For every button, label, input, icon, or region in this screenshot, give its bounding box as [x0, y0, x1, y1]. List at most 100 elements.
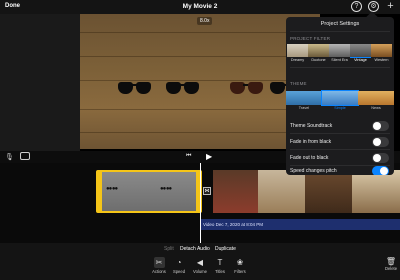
speed-changes-pitch-toggle[interactable] [372, 166, 389, 175]
tool-label: Actions [152, 269, 166, 274]
filter-section-label: PROJECT FILTER [290, 36, 331, 41]
filter-dreamy[interactable]: Dreamy [287, 44, 308, 63]
theme-simple[interactable]: Simple [321, 90, 359, 112]
left-panel [0, 14, 80, 151]
lens-right [248, 82, 263, 94]
filter-label: Western [374, 58, 389, 62]
video-viewer[interactable]: 8.0x [80, 14, 320, 149]
theme-travel[interactable]: Travel [286, 91, 322, 112]
tool-actions[interactable]: ✂ Actions [149, 257, 169, 279]
split-button[interactable]: Split [164, 246, 174, 252]
filter-swatch [308, 44, 329, 57]
audio-track-label: Video Dec 7, 2020 at 8:04 PM [203, 222, 263, 227]
wood-grain-line [80, 56, 320, 57]
sunglasses-thumb: ●● ●● [106, 186, 118, 192]
clip-trim-handle-left[interactable] [96, 170, 102, 213]
theme-news[interactable]: News [358, 91, 394, 112]
duplicate-button[interactable]: Duplicate [215, 246, 236, 252]
wood-grain-line [80, 109, 320, 110]
wood-grain-line [80, 132, 320, 133]
clip-thumbnail [258, 170, 305, 213]
theme-swatch [321, 90, 359, 106]
speed-badge: 8.0x [197, 17, 213, 25]
divider [290, 149, 390, 150]
skip-back-icon[interactable]: ⏮ [186, 153, 191, 160]
theme-swatch [286, 91, 322, 105]
tool-label: Speed [172, 269, 186, 274]
tool-label: Filters [234, 269, 246, 274]
theme-section-label: THEME [290, 81, 307, 86]
tool-titles[interactable]: T Titles [210, 257, 230, 279]
playhead[interactable] [200, 163, 201, 243]
filter-label: Duotone [311, 58, 326, 62]
wood-grain-line [80, 80, 320, 81]
next-clip[interactable] [213, 170, 400, 213]
filter-swatch [287, 44, 308, 57]
detach-audio-button[interactable]: Detach Audio [180, 246, 210, 252]
toggle-knob [373, 154, 381, 162]
titles-icon: T [217, 258, 223, 267]
delete-button[interactable]: 🗑 Delete [384, 257, 398, 271]
play-icon[interactable]: ▶ [206, 152, 212, 161]
theme-label: News [371, 106, 381, 110]
bottom-toolbar: ✂ Actions ◔ Speed ◀ Volume T Titles ❀ Fi… [0, 255, 400, 280]
delete-label: Delete [384, 266, 398, 271]
camera-icon[interactable] [20, 152, 30, 160]
theme-soundtrack-toggle[interactable] [372, 121, 389, 131]
speaker-icon: ◀ [196, 258, 204, 267]
microphone-icon[interactable]: 🎙 [5, 153, 14, 161]
filter-western[interactable]: Western [371, 44, 392, 63]
filter-swatch [329, 44, 350, 57]
timeline[interactable]: ●● ●● ●● ●● ⋈ Video Dec 7, 2020 at 8:04 … [0, 163, 400, 243]
clip-trim-handle-right[interactable] [196, 170, 202, 213]
filters-icon: ❀ [236, 258, 244, 267]
tool-volume[interactable]: ◀ Volume [190, 257, 210, 279]
option-label: Theme Soundtrack [290, 123, 333, 129]
settings-gear-icon[interactable]: ⚙ [368, 1, 379, 12]
transition-icon[interactable]: ⋈ [203, 187, 211, 195]
filter-silent-era[interactable]: Silent Era [329, 44, 350, 63]
filter-label: Silent Era [331, 58, 348, 62]
selected-clip[interactable]: ●● ●● ●● ●● [96, 170, 202, 213]
help-icon[interactable]: ? [351, 1, 362, 12]
add-media-icon[interactable]: + [385, 1, 396, 12]
theme-list: Travel Simple News [286, 90, 394, 112]
lens-right [184, 82, 199, 94]
filter-swatch [371, 44, 392, 57]
project-settings-popover: Project Settings PROJECT FILTER Dreamy D… [286, 17, 394, 175]
filter-duotone[interactable]: Duotone [308, 44, 329, 63]
top-actions: ? ⚙ + [351, 1, 396, 12]
top-bar: Done My Movie 2 ? ⚙ + [0, 0, 400, 14]
tool-filters[interactable]: ❀ Filters [230, 257, 250, 279]
lens-right [136, 82, 151, 94]
theme-label: Travel [298, 106, 310, 110]
toggle-knob [373, 122, 381, 130]
clip-thumbnail [352, 170, 400, 213]
divider [290, 67, 390, 68]
toggle-knob [373, 138, 381, 146]
clip-actions: Split Detach Audio Duplicate [0, 243, 400, 255]
option-label: Speed changes pitch [290, 168, 337, 174]
filter-swatch [350, 44, 371, 58]
theme-swatch [358, 91, 394, 105]
clip-thumbnail [305, 170, 352, 213]
fade-in-toggle[interactable] [372, 137, 389, 147]
popover-title: Project Settings [320, 21, 360, 27]
clip-thumbnail [213, 170, 258, 213]
tool-speed[interactable]: ◔ Speed [169, 257, 189, 279]
clip-thumbnail [149, 172, 200, 211]
project-title: My Movie 2 [182, 3, 218, 10]
sunglasses-thumb: ●● ●● [160, 186, 172, 192]
wood-grain-line [80, 32, 320, 33]
divider [290, 133, 390, 134]
trash-icon: 🗑 [385, 257, 397, 266]
tool-label: Volume [193, 269, 207, 274]
option-label: Fade out to black [290, 155, 329, 161]
option-label: Fade in from black [290, 139, 332, 145]
filter-list: Dreamy Duotone Silent Era Vintage Wester… [287, 44, 393, 63]
divider [290, 31, 390, 32]
filter-label: Vintage [354, 58, 367, 62]
tool-label: Titles [215, 269, 225, 274]
fade-out-toggle[interactable] [372, 153, 389, 163]
filter-vintage[interactable]: Vintage [350, 44, 371, 63]
